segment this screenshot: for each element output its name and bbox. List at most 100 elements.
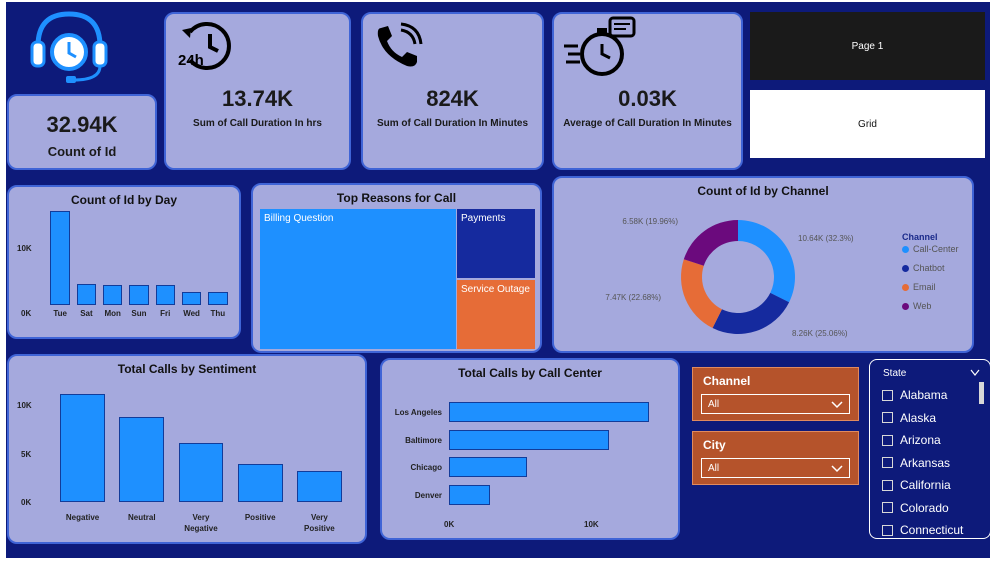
city-dropdown[interactable]: All	[701, 458, 850, 478]
state-item[interactable]: Arizona	[882, 432, 941, 448]
kpi-call-duration-minutes: 824K Sum of Call Duration In Minutes	[361, 12, 544, 170]
channel-slicer-title: Channel	[703, 374, 751, 388]
grid-button[interactable]: Grid	[750, 90, 985, 158]
treemap-label: Service Outage	[461, 284, 530, 295]
bar[interactable]	[449, 429, 609, 450]
bar[interactable]	[60, 394, 106, 502]
city-dropdown-value: All	[708, 463, 720, 474]
legend-swatch	[902, 264, 909, 272]
bar[interactable]	[449, 457, 527, 477]
bar[interactable]	[129, 285, 149, 305]
bar[interactable]	[237, 464, 283, 502]
legend-item[interactable]: Chatbot	[902, 263, 945, 273]
channel-dropdown[interactable]: All	[701, 394, 850, 414]
bar[interactable]	[102, 285, 123, 305]
state-label: California	[900, 478, 951, 492]
kpi-average-value: 0.03K	[618, 86, 677, 111]
kpi-minutes-value: 824K	[426, 86, 479, 111]
channel-dropdown-value: All	[708, 399, 720, 410]
x-tick-label: Thu	[210, 309, 226, 318]
legend-title: Channel	[902, 232, 938, 242]
bar[interactable]	[449, 484, 490, 505]
checkbox[interactable]	[882, 412, 893, 423]
bar[interactable]	[296, 471, 342, 502]
treemap-billing-question[interactable]: Billing Question	[260, 209, 456, 349]
bar[interactable]	[208, 292, 228, 305]
phone-icon	[377, 22, 423, 67]
donut-slice[interactable]	[738, 220, 795, 303]
kpi-hrs-value: 13.74K	[222, 86, 293, 111]
state-scrollbar[interactable]	[979, 382, 984, 404]
x-tick: 0K	[444, 520, 455, 529]
legend-item[interactable]: Call-Center	[902, 244, 959, 254]
bar[interactable]	[178, 443, 224, 502]
x-tick-label: Sun	[131, 309, 147, 318]
y-tick: 0K	[21, 309, 32, 318]
kpi-minutes-label: Sum of Call Duration In Minutes	[376, 118, 529, 129]
donut-slice[interactable]	[681, 259, 722, 329]
treemap-label: Payments	[461, 213, 506, 224]
kpi-hrs-label: Sum of Call Duration In hrs	[193, 118, 322, 129]
bar[interactable]	[50, 211, 70, 305]
grid-label: Grid	[858, 118, 877, 130]
city-slicer-title: City	[703, 438, 726, 452]
kpi-average-label: Average of Call Duration In Minutes	[563, 118, 732, 129]
by-day-plot: Tue Sat Mon Sun Fri Wed Thu	[47, 209, 231, 318]
checkbox[interactable]	[882, 502, 893, 513]
checkbox[interactable]	[882, 479, 893, 491]
x-tick-label: Neutral	[128, 513, 156, 522]
legend-label: Chatbot	[913, 263, 945, 273]
bar[interactable]	[119, 417, 165, 502]
legend-swatch	[902, 283, 909, 291]
donut-slice[interactable]	[683, 220, 738, 266]
dashboard-canvas: 32.94K Count of Id 24h 13.74K Sum of Cal…	[6, 2, 991, 558]
bar[interactable]	[181, 292, 202, 305]
checkbox[interactable]	[882, 457, 893, 468]
headset-icon	[30, 11, 108, 83]
kpi-count-value: 32.94K	[46, 112, 118, 137]
chart-by-sentiment: Total Calls by Sentiment 10K 5K 0K Negat…	[7, 354, 367, 544]
x-tick-label: Tue	[53, 309, 67, 318]
checkbox[interactable]	[882, 389, 893, 401]
kpi-count-of-id: 32.94K Count of Id	[7, 94, 157, 170]
legend-swatch	[902, 302, 909, 310]
y-tick-label: Baltimore	[405, 435, 442, 445]
state-item[interactable]: Connecticut	[882, 522, 963, 538]
checkbox[interactable]	[882, 434, 893, 446]
state-label: Arkansas	[900, 455, 951, 470]
bar[interactable]	[155, 285, 175, 305]
page1-button[interactable]: Page 1	[750, 12, 985, 80]
state-item[interactable]: Colorado	[882, 500, 949, 516]
legend-item[interactable]: Web	[902, 301, 931, 311]
treemap-service-outage[interactable]: Service Outage	[457, 280, 535, 349]
page1-label: Page 1	[851, 40, 884, 52]
x-tick-label: Sat	[80, 309, 93, 318]
state-item[interactable]: Alaska	[882, 410, 936, 426]
state-item[interactable]: Arkansas	[882, 455, 950, 471]
data-label: 7.47K (22.68%)	[605, 293, 661, 302]
sentiment-title: Total Calls by Sentiment	[117, 362, 257, 376]
chevron-down-icon[interactable]	[970, 369, 980, 377]
stopwatch-icon	[564, 16, 636, 76]
kpi-average-duration: 0.03K Average of Call Duration In Minute…	[552, 12, 743, 170]
state-item[interactable]: California	[882, 477, 951, 493]
x-tick-label: Very Negative	[184, 513, 218, 533]
checkbox[interactable]	[882, 524, 893, 536]
chart-top-reasons: Top Reasons for Call Billing Question Pa…	[251, 183, 542, 353]
data-label: 10.64K (32.3%)	[798, 234, 854, 243]
bar[interactable]	[76, 284, 97, 305]
state-item[interactable]: Alabama	[882, 387, 947, 403]
data-label: 8.26K (25.06%)	[792, 329, 848, 338]
treemap-payments[interactable]: Payments	[457, 209, 535, 278]
state-label: Arizona	[900, 433, 941, 447]
x-tick-label: Mon	[104, 309, 121, 318]
legend-item[interactable]: Email	[902, 282, 936, 292]
legend-swatch	[902, 245, 909, 253]
x-tick: 10K	[584, 520, 599, 529]
state-slicer-title: State	[883, 368, 907, 379]
bar[interactable]	[449, 402, 649, 422]
x-tick-label: Wed	[183, 309, 200, 318]
state-label: Connecticut	[900, 523, 964, 537]
legend-label: Call-Center	[913, 244, 959, 254]
donut-slice[interactable]	[712, 292, 790, 334]
